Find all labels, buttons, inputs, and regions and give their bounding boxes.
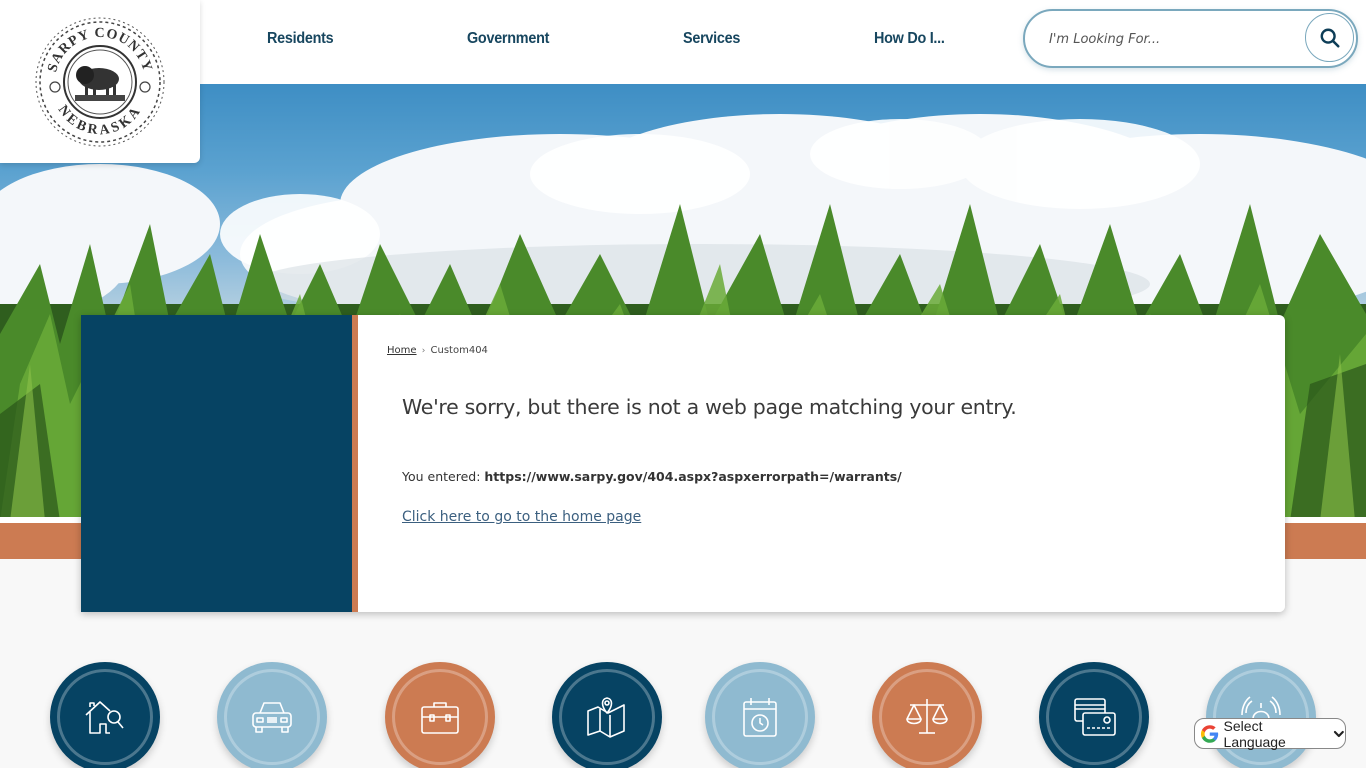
breadcrumb-separator: › <box>421 346 426 356</box>
scales-icon <box>906 699 948 734</box>
quick-link-property-search[interactable] <box>50 662 160 768</box>
nav-government[interactable]: Government <box>467 30 549 48</box>
quick-link-maps[interactable] <box>552 662 662 768</box>
breadcrumb-current: Custom404 <box>430 345 488 356</box>
search-icon <box>1320 28 1340 48</box>
payment-card-icon <box>1074 698 1116 736</box>
county-seal-icon: SARPY COUNTY NEBRASKA <box>35 17 165 146</box>
car-icon <box>252 702 292 733</box>
language-select[interactable]: Select Language <box>1194 717 1346 750</box>
briefcase-icon <box>421 702 459 734</box>
quick-link-alerts[interactable] <box>1206 662 1316 768</box>
logo[interactable]: SARPY COUNTY NEBRASKA <box>0 0 200 163</box>
content-card: Home › Custom404 We're sorry, but there … <box>81 315 1285 612</box>
search-box <box>1023 9 1358 68</box>
quick-link-courts[interactable] <box>872 662 982 768</box>
home-page-link[interactable]: Click here to go to the home page <box>402 509 641 525</box>
side-panel <box>81 315 352 612</box>
language-select-label: Select Language <box>1223 717 1286 750</box>
site-header: Residents Government Services How Do I..… <box>0 0 1366 84</box>
search-button[interactable] <box>1305 13 1354 62</box>
nav-how-do-i[interactable]: How Do I... <box>874 30 945 48</box>
quick-links <box>0 662 1366 768</box>
entered-label: You entered: <box>402 469 485 484</box>
main-nav: Residents Government Services How Do I..… <box>200 0 1020 84</box>
breadcrumb: Home › Custom404 <box>387 345 488 356</box>
nav-residents[interactable]: Residents <box>267 30 334 48</box>
google-g-icon <box>1200 724 1219 743</box>
quick-link-calendar[interactable] <box>705 662 815 768</box>
main-content: Home › Custom404 We're sorry, but there … <box>358 315 1285 612</box>
calendar-clock-icon <box>743 698 777 737</box>
map-pin-icon <box>587 697 625 738</box>
quick-link-payments[interactable] <box>1039 662 1149 768</box>
quick-link-vehicles[interactable] <box>217 662 327 768</box>
quick-link-jobs[interactable] <box>385 662 495 768</box>
chevron-down-icon <box>1334 730 1345 737</box>
breadcrumb-home[interactable]: Home <box>387 345 417 356</box>
entered-url: https://www.sarpy.gov/404.aspx?aspxerror… <box>484 469 902 484</box>
search-input[interactable] <box>1049 28 1299 50</box>
page-title: We're sorry, but there is not a web page… <box>402 395 1017 419</box>
house-search-icon <box>85 701 124 734</box>
entered-url-text: You entered: https://www.sarpy.gov/404.a… <box>402 469 902 484</box>
nav-services[interactable]: Services <box>683 30 740 48</box>
